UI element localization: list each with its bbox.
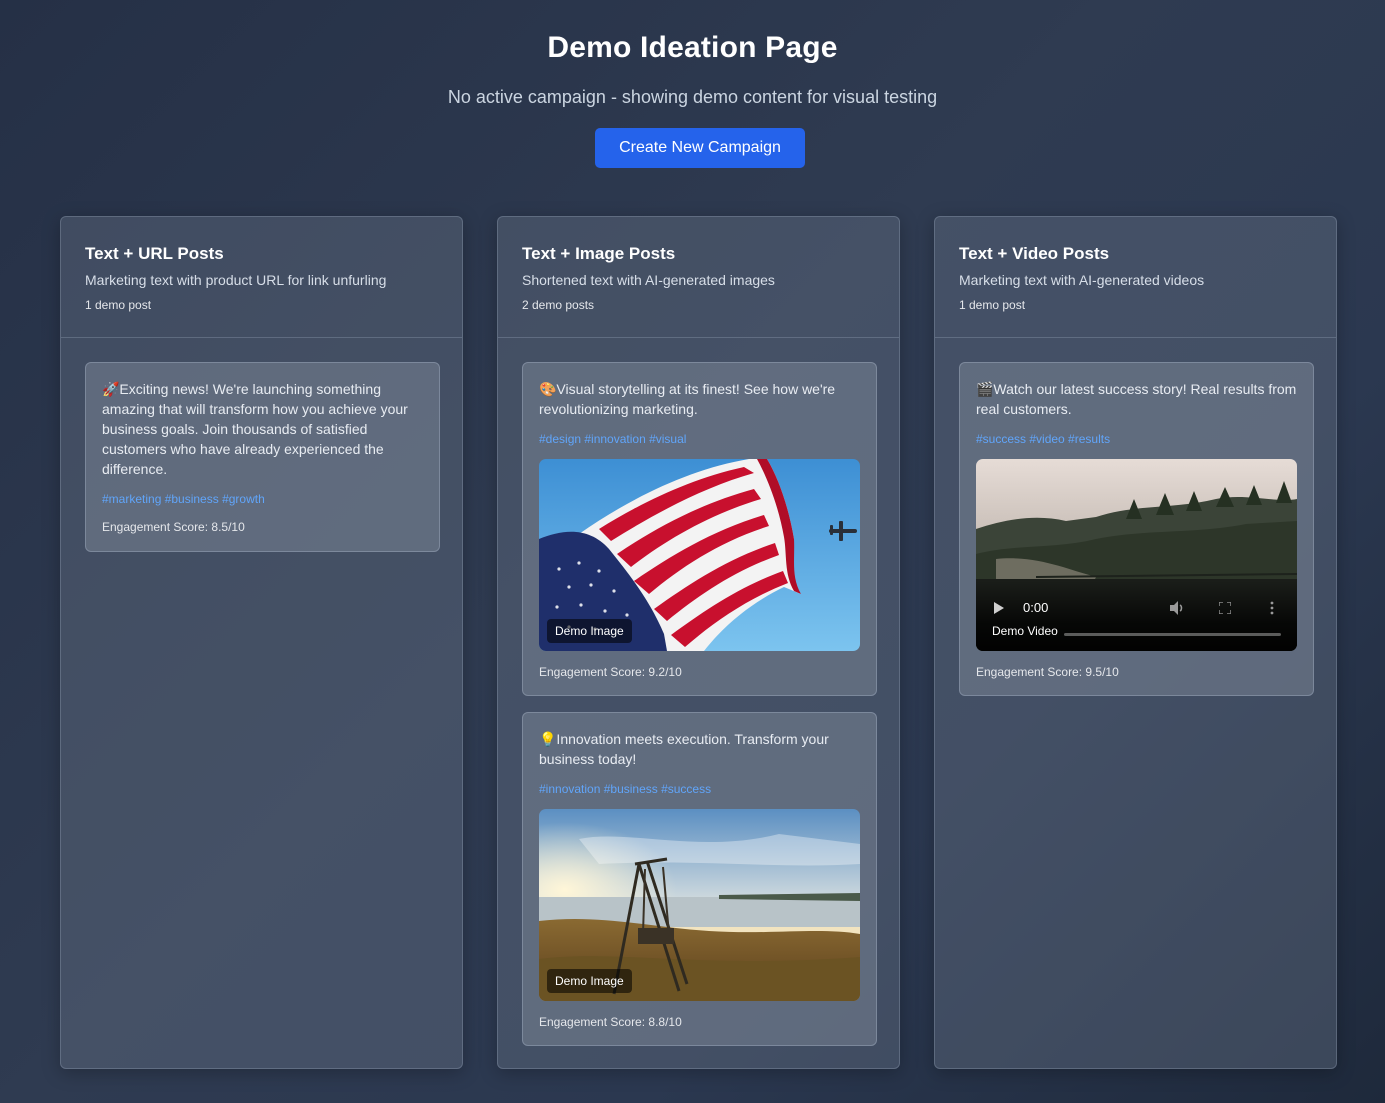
flag-photo-icon[interactable]: Demo Image — [539, 459, 860, 651]
post-text: 💡Innovation meets execution. Transform y… — [539, 731, 829, 767]
post-card[interactable]: 🚀Exciting news! We're launching somethin… — [85, 362, 440, 552]
engagement-score: Engagement Score: 8.8/10 — [539, 1015, 682, 1029]
column-description: Marketing text with AI-generated videos — [959, 272, 1205, 288]
column-description: Marketing text with product URL for link… — [85, 272, 387, 288]
column-title: Text + URL Posts — [85, 244, 224, 263]
create-campaign-button[interactable]: Create New Campaign — [595, 128, 805, 168]
column-text-url: Text + URL Posts Marketing text with pro… — [60, 216, 463, 1069]
column-post-count: 2 demo posts — [522, 298, 595, 312]
more-options-icon[interactable] — [1270, 601, 1274, 615]
post-hashtags: #marketing #business #growth — [102, 492, 265, 506]
column-header: Text + URL Posts Marketing text with pro… — [61, 217, 462, 338]
video-progress-bar[interactable] — [1064, 633, 1281, 636]
column-title: Text + Video Posts — [959, 244, 1110, 263]
play-icon[interactable] — [994, 602, 1004, 614]
post-hashtags: #success #video #results — [976, 432, 1111, 446]
column-header: Text + Video Posts Marketing text with A… — [935, 217, 1336, 338]
column-header: Text + Image Posts Shortened text with A… — [498, 217, 899, 338]
post-text: 🚀Exciting news! We're launching somethin… — [102, 381, 408, 477]
column-description: Shortened text with AI-generated images — [522, 272, 775, 288]
post-card[interactable]: 💡Innovation meets execution. Transform y… — [522, 712, 877, 1046]
column-text-video: Text + Video Posts Marketing text with A… — [934, 216, 1337, 1069]
media-label: Demo Image — [547, 619, 632, 643]
engagement-score: Engagement Score: 9.2/10 — [539, 665, 682, 679]
video-time: 0:00 — [1023, 600, 1049, 615]
volume-icon[interactable] — [1169, 601, 1185, 615]
video-player[interactable]: 0:00 Demo Video — [976, 459, 1297, 651]
media-label: Demo Video — [992, 624, 1058, 638]
post-card[interactable]: 🎬Watch our latest success story! Real re… — [959, 362, 1314, 696]
column-post-count: 1 demo post — [959, 298, 1026, 312]
landscape-swing-photo-icon[interactable]: Demo Image — [539, 809, 860, 1001]
page-subtitle: No active campaign - showing demo conten… — [447, 87, 938, 107]
column-title: Text + Image Posts — [522, 244, 676, 263]
fullscreen-icon[interactable] — [1219, 602, 1231, 614]
post-text: 🎨Visual storytelling at its finest! See … — [539, 381, 836, 417]
post-hashtags: #design #innovation #visual — [539, 432, 687, 446]
page-title: Demo Ideation Page — [547, 31, 838, 64]
engagement-score: Engagement Score: 9.5/10 — [976, 665, 1119, 679]
post-text: 🎬Watch our latest success story! Real re… — [976, 381, 1297, 417]
engagement-score: Engagement Score: 8.5/10 — [102, 520, 245, 534]
post-card[interactable]: 🎨Visual storytelling at its finest! See … — [522, 362, 877, 696]
column-text-image: Text + Image Posts Shortened text with A… — [497, 216, 900, 1069]
post-hashtags: #innovation #business #success — [539, 782, 712, 796]
video-controls: 0:00 Demo Video — [976, 581, 1297, 651]
column-post-count: 1 demo post — [85, 298, 152, 312]
media-label: Demo Image — [547, 969, 632, 993]
